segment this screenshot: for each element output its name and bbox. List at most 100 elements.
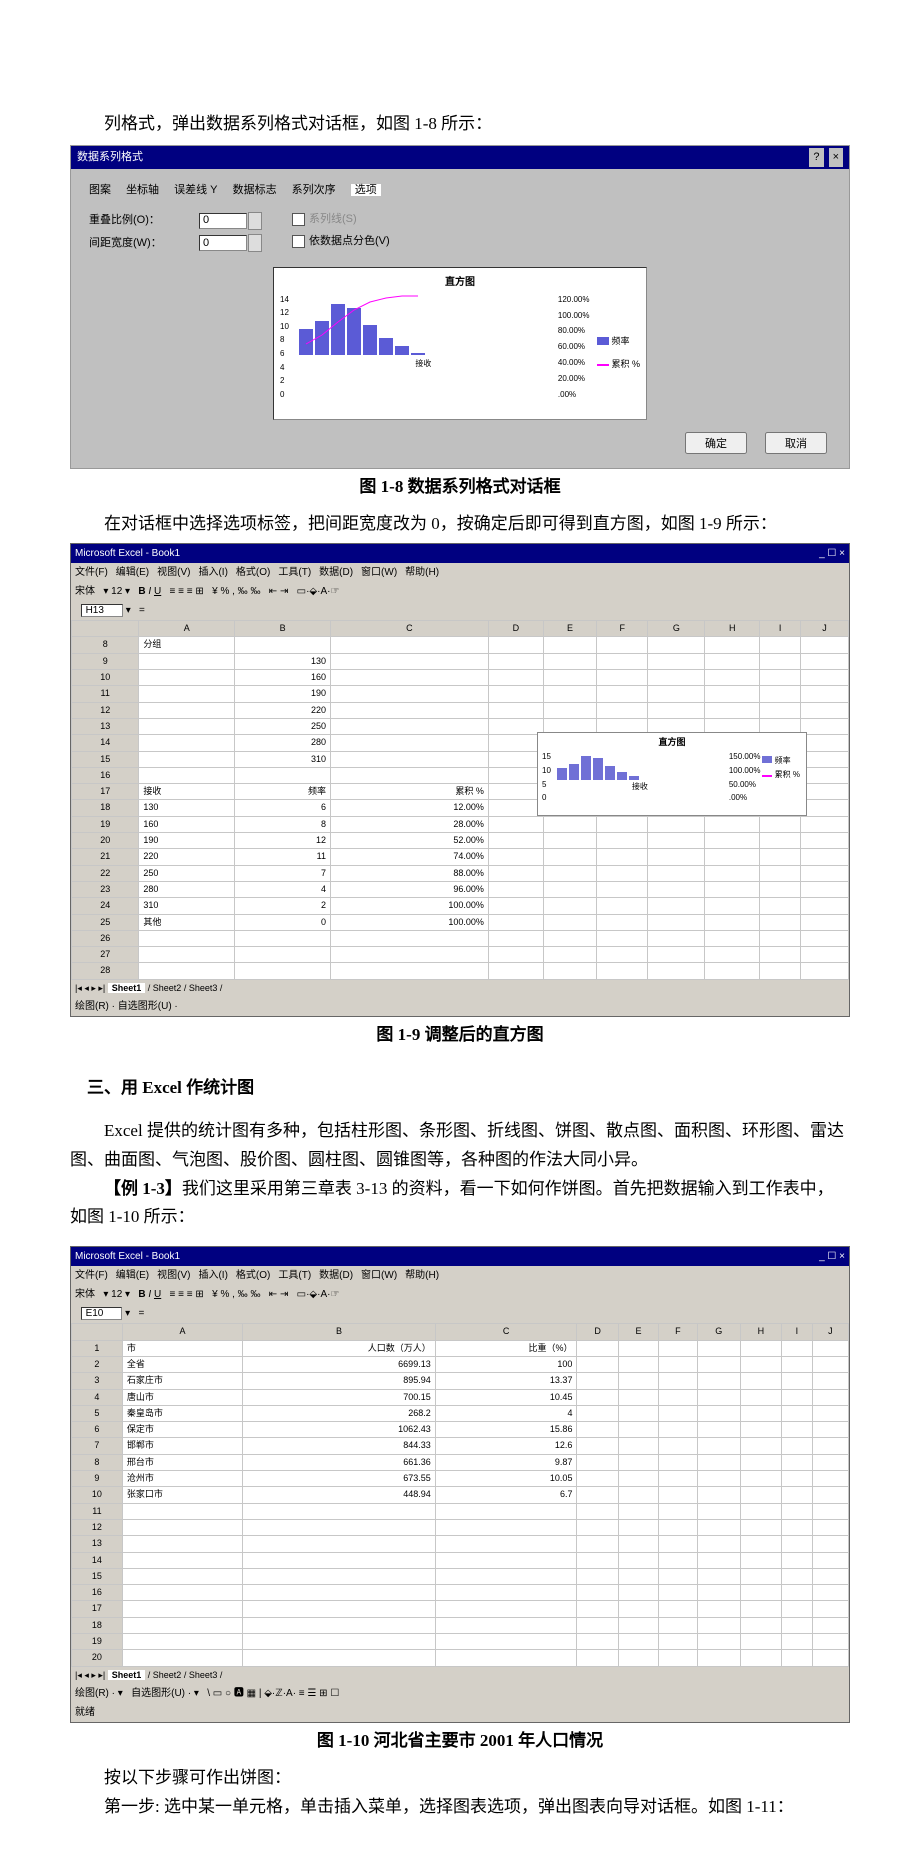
cell[interactable] <box>782 1487 813 1503</box>
cell[interactable]: 2 <box>235 898 331 914</box>
cell[interactable]: 16 <box>72 767 139 783</box>
cell[interactable] <box>577 1487 618 1503</box>
cell[interactable] <box>618 1650 658 1666</box>
cell[interactable]: 7 <box>72 1438 123 1454</box>
cell[interactable]: 分组 <box>139 637 235 653</box>
cell[interactable] <box>740 1601 781 1617</box>
cell[interactable]: 22 <box>72 865 139 881</box>
cell[interactable]: 1 <box>72 1340 123 1356</box>
cell[interactable] <box>543 653 596 669</box>
cell[interactable]: 接收 <box>139 784 235 800</box>
excel-menubar-2[interactable]: 文件(F)编辑(E)视图(V)插入(I)格式(O)工具(T)数据(D)窗口(W)… <box>71 1266 849 1285</box>
cell[interactable] <box>705 865 760 881</box>
cell[interactable] <box>577 1601 618 1617</box>
cell[interactable] <box>122 1585 242 1601</box>
cell[interactable] <box>782 1389 813 1405</box>
cell[interactable]: 130 <box>139 800 235 816</box>
gap-spinner[interactable] <box>248 234 262 252</box>
tab-error[interactable]: 误差线 Y <box>174 184 217 196</box>
cell[interactable] <box>577 1519 618 1535</box>
cell[interactable] <box>697 1422 740 1438</box>
col-header[interactable]: I <box>760 621 801 637</box>
col-header[interactable]: H <box>705 621 760 637</box>
cell[interactable] <box>488 865 543 881</box>
col-header[interactable]: J <box>812 1324 848 1340</box>
cell[interactable] <box>782 1568 813 1584</box>
cell[interactable] <box>740 1340 781 1356</box>
cell[interactable] <box>801 800 849 816</box>
cell[interactable]: 累积 % <box>330 784 488 800</box>
cell[interactable] <box>243 1503 436 1519</box>
cell[interactable] <box>597 670 648 686</box>
cell[interactable] <box>577 1373 618 1389</box>
tab-pattern[interactable]: 图案 <box>89 184 111 196</box>
cell[interactable] <box>782 1471 813 1487</box>
cell[interactable] <box>812 1568 848 1584</box>
cell[interactable] <box>812 1585 848 1601</box>
draw-toolbar-2[interactable]: 绘图(R) · ▾ 自选图形(U) · ▾ \ ▭ ○ 🅰 ▦ | ⬙·ℤ·A·… <box>71 1684 849 1703</box>
cell[interactable] <box>740 1356 781 1372</box>
cell[interactable] <box>697 1650 740 1666</box>
col-header[interactable]: F <box>597 621 648 637</box>
cell[interactable] <box>648 898 705 914</box>
cell[interactable] <box>577 1454 618 1470</box>
cell[interactable] <box>648 833 705 849</box>
cell[interactable] <box>659 1422 698 1438</box>
cell[interactable]: 24 <box>72 898 139 914</box>
cell[interactable]: 15 <box>72 751 139 767</box>
cell[interactable] <box>488 718 543 734</box>
cell[interactable] <box>243 1585 436 1601</box>
cell[interactable] <box>543 833 596 849</box>
cell[interactable] <box>760 898 801 914</box>
cell[interactable] <box>488 751 543 767</box>
cell[interactable] <box>543 914 596 930</box>
cell[interactable] <box>122 1633 242 1649</box>
cell[interactable]: 石家庄市 <box>122 1373 242 1389</box>
tab-axis[interactable]: 坐标轴 <box>126 184 159 196</box>
col-header[interactable]: F <box>659 1324 698 1340</box>
cell[interactable] <box>697 1487 740 1503</box>
cell[interactable] <box>597 898 648 914</box>
cell[interactable] <box>243 1568 436 1584</box>
sheet-tabs-1[interactable]: |◂ ◂ ▸ ▸| Sheet1 / Sheet2 / Sheet3 / <box>71 980 849 997</box>
cell[interactable] <box>812 1487 848 1503</box>
excel-menubar[interactable]: 文件(F)编辑(E)视图(V)插入(I)格式(O)工具(T)数据(D)窗口(W)… <box>71 563 849 582</box>
cell[interactable] <box>543 898 596 914</box>
cell[interactable]: 14 <box>72 1552 123 1568</box>
cell[interactable] <box>740 1519 781 1535</box>
cell[interactable] <box>488 849 543 865</box>
cell[interactable] <box>435 1633 577 1649</box>
cell[interactable] <box>488 833 543 849</box>
cell[interactable] <box>648 670 705 686</box>
cell[interactable] <box>782 1585 813 1601</box>
cell[interactable]: 11 <box>72 686 139 702</box>
cell[interactable] <box>740 1536 781 1552</box>
cell[interactable] <box>139 735 235 751</box>
cell[interactable] <box>577 1389 618 1405</box>
cell[interactable] <box>618 1405 658 1421</box>
col-header[interactable]: A <box>139 621 235 637</box>
cell[interactable]: 20 <box>72 833 139 849</box>
cell[interactable] <box>330 767 488 783</box>
cell[interactable]: 160 <box>139 816 235 832</box>
cell[interactable] <box>697 1356 740 1372</box>
cell[interactable] <box>801 637 849 653</box>
cancel-button[interactable]: 取消 <box>765 432 827 454</box>
cell[interactable] <box>330 637 488 653</box>
cell[interactable] <box>543 963 596 979</box>
name-box-row[interactable]: H13 ▾ = <box>71 601 849 620</box>
cell[interactable] <box>782 1503 813 1519</box>
cell[interactable] <box>648 914 705 930</box>
cell[interactable] <box>801 865 849 881</box>
cell[interactable] <box>648 686 705 702</box>
cell[interactable] <box>782 1454 813 1470</box>
cell[interactable] <box>618 1373 658 1389</box>
cell[interactable] <box>139 947 235 963</box>
cell[interactable] <box>435 1519 577 1535</box>
cell[interactable] <box>543 881 596 897</box>
cell[interactable] <box>648 637 705 653</box>
cell[interactable] <box>488 767 543 783</box>
cell[interactable] <box>659 1487 698 1503</box>
cell[interactable] <box>812 1422 848 1438</box>
cell[interactable] <box>435 1536 577 1552</box>
